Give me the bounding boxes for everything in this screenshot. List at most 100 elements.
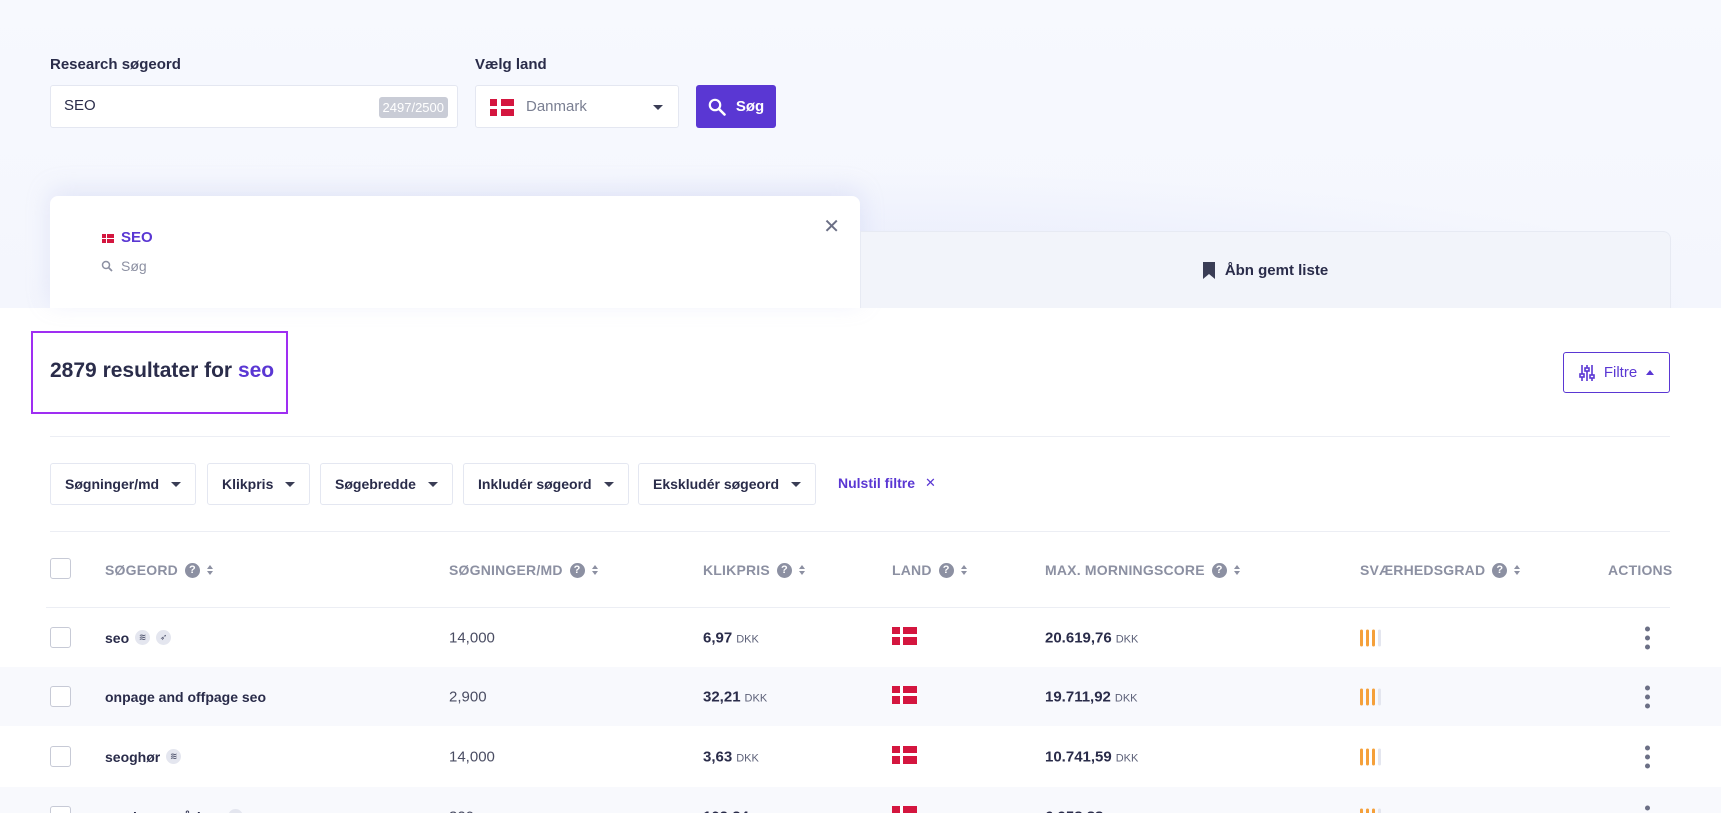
- search-tab-card[interactable]: SEO Søg ✕: [50, 196, 860, 308]
- cpc-value: 32,21: [703, 688, 741, 705]
- help-icon[interactable]: ?: [569, 562, 585, 578]
- country-label: Vælg land: [475, 56, 547, 73]
- cpc-cell: 3,63 DKK: [703, 748, 759, 765]
- searches-cell: 14,000: [449, 629, 495, 646]
- cpc-cell: 6,97 DKK: [703, 629, 759, 646]
- score-value: 19.711,92: [1045, 688, 1111, 705]
- country-select-value: Danmark: [526, 98, 587, 115]
- filter-label: Søgebredde: [335, 476, 416, 492]
- close-icon[interactable]: ✕: [823, 214, 840, 239]
- score-cell: 10.741,59 DKK: [1045, 748, 1138, 765]
- filter-label: Søgninger/md: [65, 476, 160, 492]
- keyword-text[interactable]: seoghør: [105, 749, 160, 765]
- results-query: seo: [237, 359, 275, 382]
- denmark-flag-icon: [490, 99, 514, 116]
- filter-search-breadth-dropdown[interactable]: Søgebredde: [320, 463, 453, 505]
- column-header-keyword[interactable]: SØGEORD ?: [105, 562, 213, 578]
- column-header-label: MAX. MORNINGSCORE: [1045, 562, 1205, 578]
- more-actions-icon[interactable]: [1645, 745, 1650, 768]
- keyword-search-field[interactable]: 2497/2500: [50, 85, 458, 128]
- table-row[interactable]: onpage and offpage seo 2,900 32,21 DKK 19…: [0, 667, 1721, 726]
- chevron-up-icon: [1646, 370, 1655, 375]
- table-row[interactable]: seo ≋ ➶ 14,000 6,97 DKK 20.619,76 DKK: [0, 608, 1721, 667]
- difficulty-indicator: [1360, 808, 1381, 813]
- chevron-down-icon: [791, 481, 802, 487]
- filter-label: Klikpris: [222, 476, 274, 492]
- column-header-label: ACTIONS: [1608, 562, 1673, 578]
- chevron-down-icon: [171, 481, 182, 487]
- help-icon[interactable]: ?: [938, 562, 954, 578]
- search-button[interactable]: Søg: [696, 85, 776, 128]
- filter-searches-dropdown[interactable]: Søgninger/md: [50, 463, 197, 505]
- table-row[interactable]: seoghør ≋ 14,000 3,63 DKK 10.741,59 DKK: [0, 727, 1721, 786]
- row-checkbox[interactable]: [50, 627, 71, 648]
- filters-toggle-button[interactable]: Filtre: [1563, 352, 1670, 393]
- search-tab-subtitle[interactable]: Søg: [121, 258, 147, 274]
- cpc-value: 102,34: [703, 808, 749, 813]
- keyword-search-input[interactable]: [64, 97, 364, 114]
- filter-exclude-keywords-dropdown[interactable]: Ekskludér søgeord: [638, 463, 817, 505]
- difficulty-indicator: [1360, 748, 1381, 765]
- country-select[interactable]: Danmark: [475, 85, 679, 128]
- denmark-flag-icon: [892, 805, 917, 813]
- row-checkbox[interactable]: [50, 686, 71, 707]
- keyword-cell[interactable]: onpage and offpage seo: [105, 689, 266, 705]
- score-value: 10.741,59: [1045, 748, 1112, 765]
- keyword-text[interactable]: seo bureau århus: [105, 809, 222, 813]
- table-row[interactable]: seo bureau århus ≋ 320 102,34DKK 6.958,88…: [0, 787, 1721, 813]
- sort-icon[interactable]: [798, 565, 805, 575]
- keyword-cell[interactable]: seo bureau århus ≋: [105, 809, 243, 813]
- row-checkbox[interactable]: [50, 746, 71, 767]
- chevron-down-icon: [653, 105, 663, 110]
- search-icon: [708, 98, 726, 116]
- chevron-down-icon: [427, 481, 438, 487]
- keyword-text[interactable]: seo: [105, 630, 129, 646]
- keyword-cell[interactable]: seo ≋ ➶: [105, 630, 172, 646]
- help-icon[interactable]: ?: [184, 562, 200, 578]
- reset-filters-button[interactable]: Nulstil filtre ✕: [838, 475, 936, 491]
- column-header-searches[interactable]: SØGNINGER/MD ?: [449, 562, 598, 578]
- currency-label: DKK: [736, 633, 759, 645]
- currency-label: DKK: [1114, 692, 1138, 704]
- filter-cpc-dropdown[interactable]: Klikpris: [207, 463, 311, 505]
- help-icon[interactable]: ?: [1211, 562, 1227, 578]
- search-button-label: Søg: [735, 98, 765, 115]
- searches-cell: 14,000: [449, 748, 495, 765]
- sort-icon[interactable]: [591, 565, 598, 575]
- column-header-country[interactable]: LAND ?: [892, 562, 967, 578]
- currency-label: DKK: [1115, 752, 1139, 764]
- more-actions-icon[interactable]: [1645, 685, 1650, 708]
- open-saved-list-tab[interactable]: Åbn gemt liste: [860, 231, 1671, 308]
- open-saved-list-label: Åbn gemt liste: [1224, 261, 1329, 279]
- bookmark-icon: [1202, 261, 1215, 279]
- sort-icon[interactable]: [1514, 565, 1521, 575]
- more-actions-icon[interactable]: [1645, 626, 1650, 649]
- column-header-score[interactable]: MAX. MORNINGSCORE ?: [1045, 562, 1240, 578]
- column-header-difficulty[interactable]: SVÆRHEDSGRAD ?: [1360, 562, 1521, 578]
- help-icon[interactable]: ?: [1492, 562, 1508, 578]
- more-actions-icon[interactable]: [1645, 805, 1650, 813]
- layers-icon: ≋: [166, 749, 182, 764]
- keyword-cell[interactable]: seoghør ≋: [105, 749, 182, 765]
- sort-icon[interactable]: [1233, 565, 1240, 575]
- search-icon: [101, 260, 113, 272]
- cpc-value: 6,97: [703, 629, 733, 646]
- searches-cell: 320: [449, 808, 474, 813]
- denmark-flag-icon: [892, 626, 917, 645]
- sliders-icon: [1579, 364, 1595, 381]
- country-cell: [892, 745, 917, 768]
- score-value: 6.958,88: [1045, 808, 1103, 813]
- help-icon[interactable]: ?: [776, 562, 792, 578]
- difficulty-indicator: [1360, 688, 1381, 705]
- row-checkbox[interactable]: [50, 806, 71, 813]
- keyword-text[interactable]: onpage and offpage seo: [105, 689, 266, 705]
- column-header-cpc[interactable]: KLIKPRIS ?: [703, 562, 805, 578]
- sort-icon[interactable]: [960, 565, 967, 575]
- currency-label: DKK: [736, 752, 759, 764]
- sort-icon[interactable]: [206, 565, 213, 575]
- score-cell: 19.711,92 DKK: [1045, 688, 1138, 705]
- cpc-cell: 32,21 DKK: [703, 688, 767, 705]
- results-title: 2879 resultater for seo: [50, 359, 274, 383]
- filter-include-keywords-dropdown[interactable]: Inkludér søgeord: [463, 463, 629, 505]
- select-all-checkbox[interactable]: [50, 558, 71, 579]
